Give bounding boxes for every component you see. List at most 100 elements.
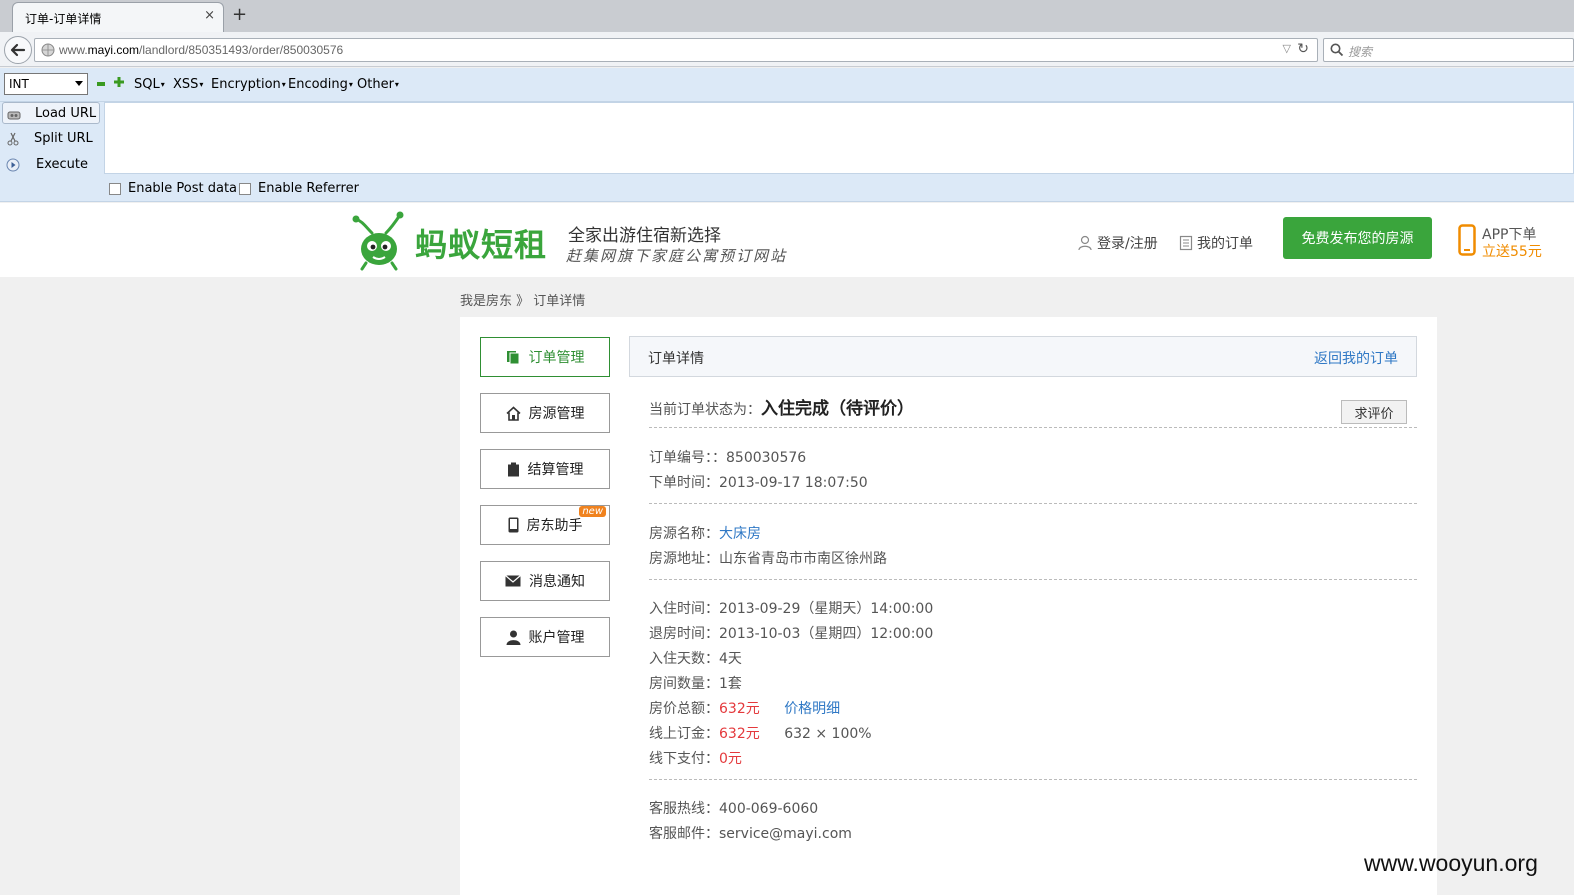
- my-orders-link[interactable]: 我的订单: [1179, 233, 1253, 253]
- room-name-link[interactable]: 大床房: [719, 526, 761, 542]
- deposit-formula: 632 × 100%: [784, 726, 872, 742]
- divider: [649, 427, 1417, 428]
- type-select[interactable]: INT: [4, 73, 88, 95]
- split-url-label: Split URL: [34, 131, 93, 146]
- publish-listing-button[interactable]: 免费发布您的房源: [1283, 217, 1432, 259]
- play-icon: [6, 158, 20, 172]
- panel-title: 订单详情: [648, 351, 704, 367]
- offline-payment-value: 0元: [719, 751, 742, 767]
- divider: [649, 579, 1417, 580]
- checkin-value: 2013-09-29（星期天）14:00:00: [719, 601, 934, 617]
- email-value: service@mayi.com: [719, 826, 852, 842]
- sidebar-item-label: 房源管理: [528, 406, 585, 422]
- post-data-label: Enable Post data: [128, 181, 238, 196]
- load-url-button[interactable]: Load URL: [2, 102, 100, 124]
- navigation-bar: www.mayi.com/landlord/850351493/order/85…: [0, 32, 1574, 67]
- menu-encryption[interactable]: Encryption: [211, 77, 286, 92]
- sidebar-item-label: 订单管理: [528, 350, 585, 366]
- login-label: 登录/注册: [1097, 236, 1158, 252]
- decrease-icon[interactable]: [97, 82, 105, 86]
- tab-close-icon[interactable]: ×: [204, 8, 215, 23]
- panel-header: 订单详情 返回我的订单: [629, 336, 1417, 377]
- breadcrumb-home[interactable]: 我是房东: [460, 294, 512, 309]
- reload-icon[interactable]: ↻: [1297, 41, 1309, 57]
- sidebar-item-messages[interactable]: 消息通知: [480, 561, 610, 601]
- hotline-label: 客服热线：: [649, 801, 719, 817]
- request-review-button[interactable]: 求评价: [1341, 400, 1407, 424]
- hotline-row: 客服热线：400-069-6060: [649, 798, 818, 818]
- slogan-subtitle: 赶集网旗下家庭公寓预订网站: [566, 247, 788, 265]
- logo-text[interactable]: 蚂蚁短租: [415, 220, 547, 266]
- url-textarea[interactable]: [104, 102, 1574, 174]
- days-label: 入住天数：: [649, 651, 719, 667]
- menu-encoding[interactable]: Encoding: [288, 77, 353, 92]
- search-placeholder: 搜索: [1348, 45, 1373, 59]
- menu-other[interactable]: Other: [357, 77, 399, 92]
- order-status: 当前订单状态为：入住完成（待评价）: [649, 394, 914, 419]
- order-time-label: 下单时间：: [649, 475, 719, 491]
- menu-xss[interactable]: XSS: [173, 77, 203, 92]
- referrer-checkbox[interactable]: Enable Referrer: [239, 181, 359, 196]
- chevron-down-icon: [75, 81, 83, 86]
- checkbox-box[interactable]: [109, 182, 121, 195]
- days-row: 入住天数：4天: [649, 648, 742, 668]
- slogan: 全家出游住宿新选择: [568, 226, 721, 246]
- deposit-value: 632元: [719, 726, 760, 742]
- sidebar-item-listings[interactable]: 房源管理: [480, 393, 610, 433]
- total-price-label: 房价总额：: [649, 701, 719, 717]
- menu-sql[interactable]: SQL: [134, 77, 165, 92]
- url-path: /landlord/850351493/order/850030576: [139, 43, 344, 57]
- checkin-row: 入住时间：2013-09-29（星期天）14:00:00: [649, 598, 933, 618]
- browser-tab[interactable]: 订单-订单详情 ×: [12, 2, 224, 32]
- new-tab-button[interactable]: +: [232, 4, 247, 25]
- address-bar[interactable]: www.mayi.com/landlord/850351493/order/85…: [34, 38, 1318, 62]
- order-time-value: 2013-09-17 18:07:50: [719, 475, 868, 491]
- offline-payment-row: 线下支付：0元: [649, 748, 742, 768]
- url-dropdown-icon[interactable]: ▽: [1283, 42, 1291, 55]
- phone-icon: [508, 517, 518, 533]
- back-arrow-icon: [10, 43, 26, 57]
- sidebar-item-label: 账户管理: [528, 630, 585, 646]
- new-badge: new: [579, 506, 606, 517]
- price-detail-link[interactable]: 价格明细: [784, 701, 840, 717]
- breadcrumb: 我是房东 》 订单详情: [460, 290, 585, 309]
- document-icon: [1179, 235, 1193, 251]
- checkout-label: 退房时间：: [649, 626, 719, 642]
- globe-icon: [41, 43, 55, 57]
- sidebar-item-account[interactable]: 账户管理: [480, 617, 610, 657]
- my-orders-label: 我的订单: [1197, 236, 1253, 252]
- split-url-button[interactable]: Split URL: [2, 128, 100, 150]
- back-to-orders-link[interactable]: 返回我的订单: [1314, 348, 1398, 368]
- house-icon: [505, 405, 521, 421]
- offline-payment-label: 线下支付：: [649, 751, 719, 767]
- sidebar-item-landlord-assistant[interactable]: 房东助手 new: [480, 505, 610, 545]
- browser-tab-bar: 订单-订单详情 × +: [0, 0, 1574, 32]
- room-address-label: 房源地址：: [649, 551, 719, 567]
- site-header: 蚂蚁短租 全家出游住宿新选择 赶集网旗下家庭公寓预订网站 登录/注册 我的订单 …: [0, 203, 1574, 277]
- search-box[interactable]: 搜索: [1323, 38, 1574, 62]
- sidebar-item-settlement[interactable]: 结算管理: [480, 449, 610, 489]
- days-value: 4天: [719, 651, 742, 667]
- room-name-row: 房源名称：大床房: [649, 523, 761, 543]
- clipboard-icon: [507, 462, 519, 476]
- divider: [649, 503, 1417, 504]
- sidebar-item-label: 结算管理: [527, 462, 584, 478]
- execute-button[interactable]: Execute: [2, 154, 100, 176]
- post-data-checkbox[interactable]: Enable Post data: [109, 181, 237, 196]
- sidebar-item-label: 房东助手: [526, 518, 583, 534]
- order-number-row: 订单编号：：850030576: [649, 447, 806, 467]
- split-url-icon: [7, 132, 19, 146]
- back-button[interactable]: [4, 36, 32, 64]
- orders-icon: [506, 350, 519, 364]
- mobile-phone-icon[interactable]: [1458, 224, 1476, 256]
- search-icon: [1330, 43, 1344, 57]
- increase-icon[interactable]: [114, 77, 124, 87]
- checkbox-box[interactable]: [239, 182, 251, 195]
- app-bonus-label[interactable]: 立送55元: [1482, 241, 1542, 261]
- login-link[interactable]: 登录/注册: [1077, 233, 1158, 253]
- room-address-value: 山东省青岛市市南区徐州路: [719, 551, 887, 567]
- main-content: 订单管理 房源管理 结算管理 房东助手 new 消息通知 账户管理 订单详情 返…: [460, 317, 1437, 895]
- sidebar-item-orders[interactable]: 订单管理: [480, 337, 610, 377]
- rooms-value: 1套: [719, 676, 742, 692]
- ant-logo-icon[interactable]: [352, 211, 406, 271]
